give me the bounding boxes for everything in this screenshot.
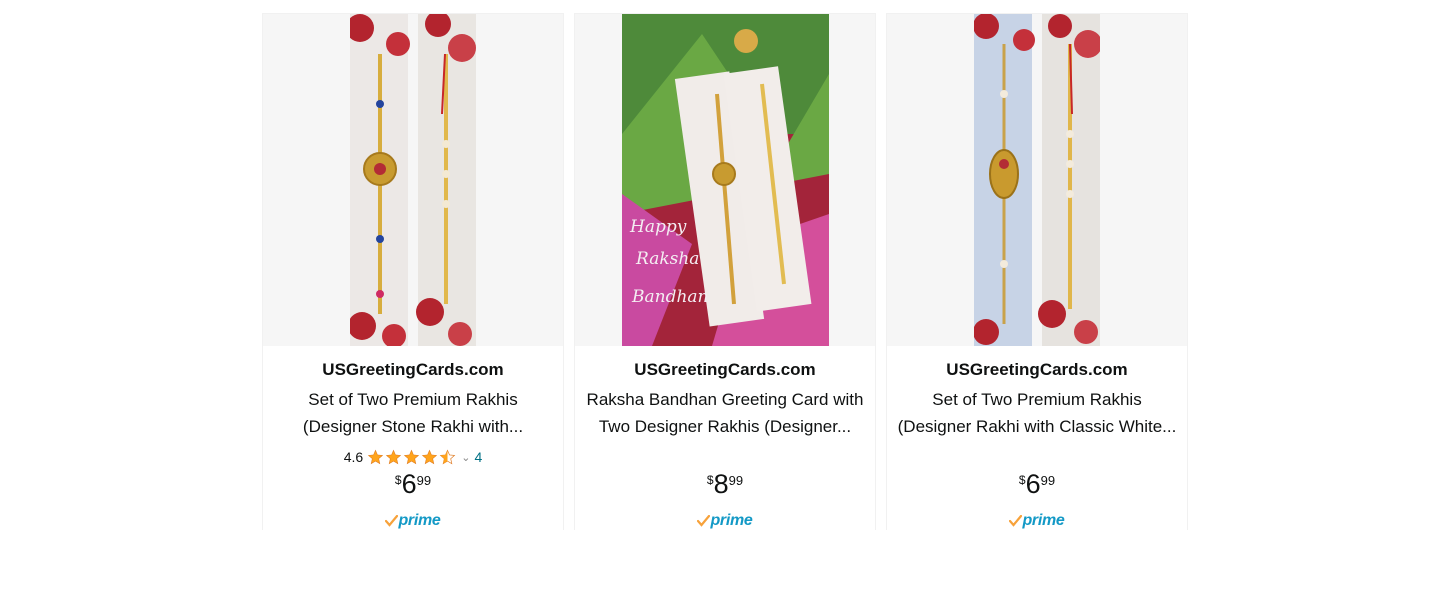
rakhi-pair-image: [350, 14, 476, 346]
prime-badge: prime: [1009, 512, 1065, 530]
product-title-line[interactable]: Set of Two Premium Rakhis: [892, 386, 1182, 413]
prime-label: prime: [1022, 512, 1065, 529]
prime-check-icon: [385, 515, 399, 527]
product-title-line[interactable]: (Designer Rakhi with Classic White...: [892, 413, 1182, 440]
price-symbol: $: [394, 473, 402, 487]
review-count-link[interactable]: 4: [474, 449, 482, 465]
chevron-down-icon[interactable]: ⌄: [461, 451, 470, 464]
price[interactable]: $ 6 99: [1019, 471, 1055, 498]
price-fraction: 99: [416, 473, 432, 488]
rating-value: 4.6: [343, 449, 364, 465]
product-title-line[interactable]: Set of Two Premium Rakhis: [268, 386, 558, 413]
product-grid: USGreetingCards.com Set of Two Premium R…: [262, 13, 1188, 530]
star-icon: [368, 449, 384, 465]
prime-label: prime: [398, 512, 441, 529]
product-card[interactable]: Happy Raksha Bandhan USGreetingCards.com…: [574, 13, 876, 530]
price-fraction: 99: [1040, 473, 1056, 488]
price-whole: 8: [713, 469, 729, 499]
prime-check-icon: [1009, 515, 1023, 527]
product-title-line[interactable]: (Designer Stone Rakhi with...: [268, 413, 558, 440]
half-star-icon: [439, 449, 456, 465]
product-title-line[interactable]: Raksha Bandhan Greeting Card with: [580, 386, 870, 413]
card-greeting-line: Bandhan: [631, 287, 709, 307]
product-image[interactable]: [263, 14, 563, 346]
price-symbol: $: [706, 473, 714, 487]
product-title[interactable]: Set of Two Premium Rakhis (Designer Ston…: [268, 386, 558, 440]
product-title-line[interactable]: Two Designer Rakhis (Designer...: [580, 413, 870, 440]
card-greeting-line: Happy: [629, 217, 687, 237]
product-card[interactable]: USGreetingCards.com Set of Two Premium R…: [262, 13, 564, 530]
product-image[interactable]: Happy Raksha Bandhan: [575, 14, 875, 346]
price-symbol: $: [1018, 473, 1026, 487]
prime-label: prime: [710, 512, 753, 529]
star-rating[interactable]: [367, 449, 456, 465]
price-whole: 6: [1025, 469, 1041, 499]
rating-row[interactable]: 4.6 ⌄ 4: [344, 447, 482, 467]
prime-check-icon: [697, 515, 711, 527]
star-icon: [422, 449, 438, 465]
prime-badge: prime: [697, 512, 753, 530]
product-title[interactable]: Raksha Bandhan Greeting Card with Two De…: [580, 386, 870, 440]
star-icon: [386, 449, 402, 465]
product-title[interactable]: Set of Two Premium Rakhis (Designer Rakh…: [892, 386, 1182, 440]
product-card[interactable]: USGreetingCards.com Set of Two Premium R…: [886, 13, 1188, 530]
brand-name[interactable]: USGreetingCards.com: [946, 360, 1127, 380]
price[interactable]: $ 6 99: [395, 471, 431, 498]
card-greeting-line: Raksha: [635, 249, 699, 269]
price-whole: 6: [401, 469, 417, 499]
price-fraction: 99: [728, 473, 744, 488]
brand-name[interactable]: USGreetingCards.com: [322, 360, 503, 380]
price[interactable]: $ 8 99: [707, 471, 743, 498]
star-icon: [404, 449, 420, 465]
greeting-card-image: Happy Raksha Bandhan: [621, 14, 829, 346]
prime-badge: prime: [385, 512, 441, 530]
brand-name[interactable]: USGreetingCards.com: [634, 360, 815, 380]
product-image[interactable]: [887, 14, 1187, 346]
rakhi-pair-image: [974, 14, 1100, 346]
